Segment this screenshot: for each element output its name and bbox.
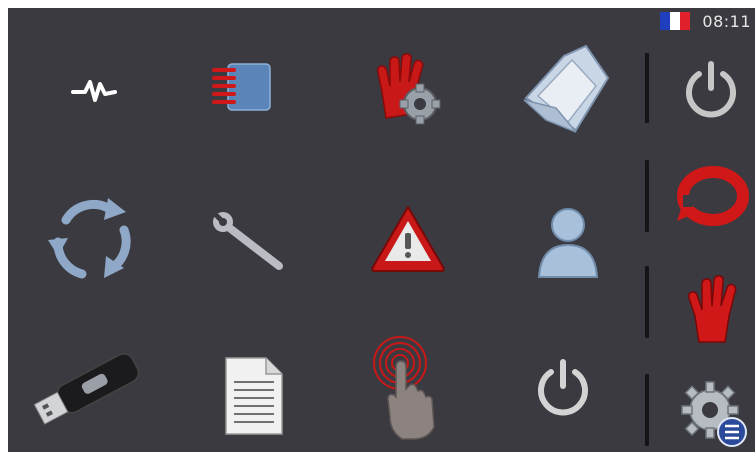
side-power-button[interactable] (676, 50, 746, 130)
side-restart-button[interactable] (673, 158, 753, 233)
main-screen: 08:11 (8, 8, 755, 452)
wrench-icon (213, 212, 283, 270)
usb-drive-icon (33, 353, 139, 425)
gear-list-icon (681, 381, 747, 447)
pulse-icon (71, 80, 117, 102)
pulse-button[interactable] (55, 48, 135, 128)
separator (645, 374, 649, 446)
refresh-button[interactable] (40, 188, 140, 288)
open-folder-icon (522, 44, 609, 133)
document-button[interactable] (213, 353, 293, 438)
flag-france-icon[interactable] (660, 12, 691, 30)
wrench-button[interactable] (203, 203, 293, 283)
power-off-button[interactable] (528, 348, 598, 428)
hand-gear-icon (377, 53, 441, 125)
warning-button[interactable] (368, 198, 448, 278)
power-icon (538, 359, 588, 416)
refresh-cycle-icon (48, 198, 131, 279)
status-bar: 08:11 (660, 8, 755, 34)
side-stop-button[interactable] (678, 270, 748, 345)
red-hand-icon (688, 274, 737, 343)
separator (645, 160, 649, 232)
warning-icon (371, 206, 445, 272)
red-rotate-icon (677, 165, 749, 226)
touch-button[interactable] (363, 328, 453, 443)
folder-button[interactable] (513, 33, 618, 143)
side-settings-button[interactable] (676, 376, 752, 452)
notebook-button[interactable] (203, 48, 283, 128)
user-button[interactable] (528, 198, 608, 288)
separator (645, 266, 649, 338)
separator (645, 53, 649, 123)
usb-button[interactable] (26, 338, 151, 438)
document-icon (225, 356, 283, 435)
clock-time: 08:11 (702, 11, 751, 31)
touch-hand-icon (373, 335, 435, 440)
hand-settings-button[interactable] (368, 43, 448, 133)
user-icon (537, 208, 599, 278)
power-icon (686, 61, 736, 118)
red-notebook-icon (212, 63, 271, 111)
